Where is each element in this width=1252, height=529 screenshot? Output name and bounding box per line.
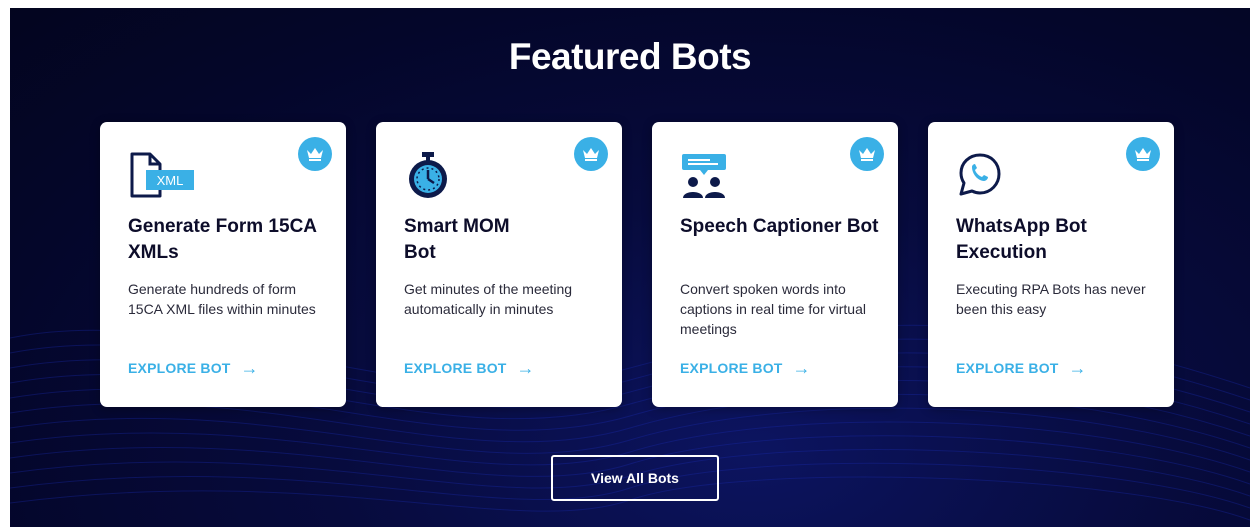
explore-bot-label: EXPLORE BOT	[680, 360, 783, 376]
card-title: Generate Form 15CA XMLs	[128, 216, 317, 263]
arrow-right-icon: →	[516, 358, 535, 378]
card-title: Smart MOM Bot	[404, 216, 510, 263]
bot-card-speech-captioner[interactable]: Speech Captioner Bot Convert spoken word…	[652, 122, 898, 407]
xml-label: XML	[157, 173, 184, 188]
card-title: Speech Captioner Bot	[680, 216, 879, 237]
explore-bot-link[interactable]: EXPLORE BOT →	[956, 358, 1087, 378]
arrow-right-icon: →	[240, 358, 259, 378]
card-description: Get minutes of the meeting automatically…	[404, 281, 573, 317]
crown-icon[interactable]	[1126, 137, 1160, 171]
explore-bot-link[interactable]: EXPLORE BOT →	[404, 358, 535, 378]
bot-card-whatsapp[interactable]: WhatsApp Bot Execution Executing RPA Bot…	[928, 122, 1174, 407]
crown-icon[interactable]	[298, 137, 332, 171]
whatsapp-icon	[956, 150, 1008, 202]
captioner-icon	[680, 150, 732, 202]
section-title: Featured Bots	[508, 36, 752, 77]
xml-file-icon: XML	[128, 150, 194, 202]
arrow-right-icon: →	[1068, 358, 1087, 378]
card-description: Convert spoken words into captions in re…	[680, 281, 866, 337]
stopwatch-icon	[404, 150, 456, 202]
explore-bot-label: EXPLORE BOT	[128, 360, 231, 376]
view-all-bots-button[interactable]: View All Bots	[551, 455, 719, 501]
arrow-right-icon: →	[792, 358, 811, 378]
crown-icon[interactable]	[850, 137, 884, 171]
crown-icon[interactable]	[574, 137, 608, 171]
card-description: Generate hundreds of form 15CA XML files…	[128, 281, 316, 317]
bot-card-form-15ca[interactable]: XML Generate Form 15CA XMLs Generate hun…	[100, 122, 346, 407]
bot-card-smart-mom[interactable]: Smart MOM Bot Get minutes of the meeting…	[376, 122, 622, 407]
explore-bot-label: EXPLORE BOT	[404, 360, 507, 376]
explore-bot-label: EXPLORE BOT	[956, 360, 1059, 376]
featured-bots-section: Featured Bots XML Generate Form 15CA XML…	[10, 8, 1250, 527]
explore-bot-link[interactable]: EXPLORE BOT →	[128, 358, 259, 378]
card-title: WhatsApp Bot Execution	[956, 216, 1087, 263]
explore-bot-link[interactable]: EXPLORE BOT →	[680, 358, 811, 378]
card-description: Executing RPA Bots has never been this e…	[956, 281, 1146, 317]
